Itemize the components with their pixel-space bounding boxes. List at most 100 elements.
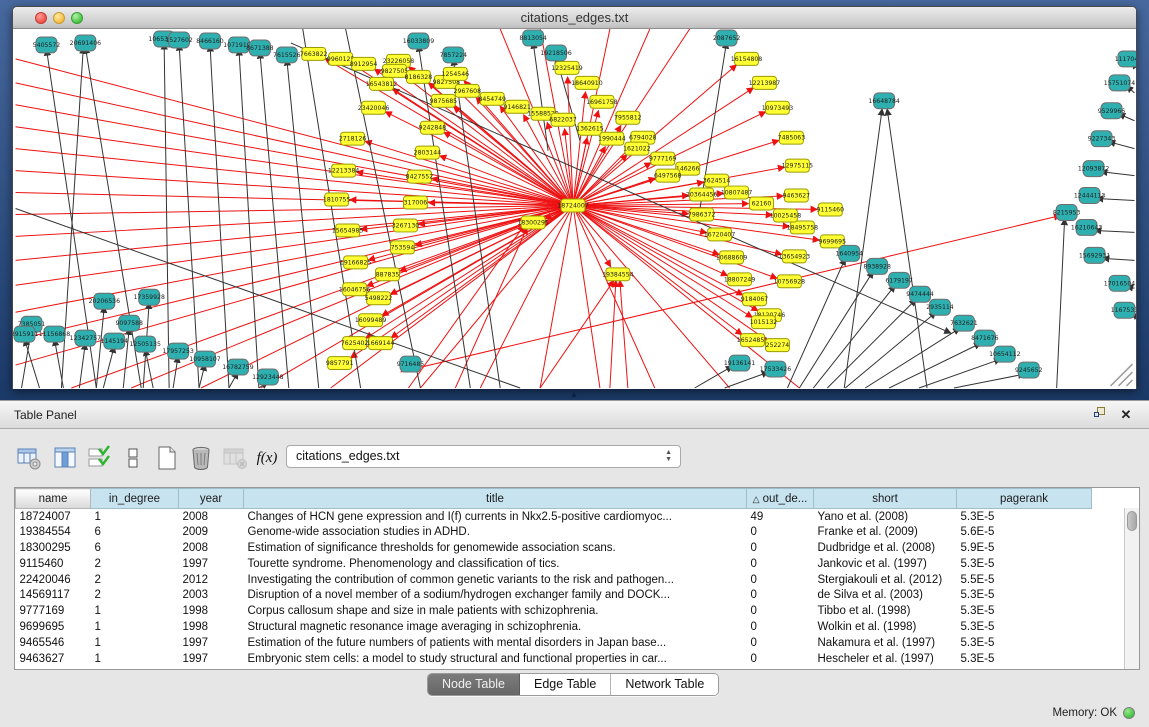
network-node[interactable]: 7485063 xyxy=(778,131,806,144)
network-node[interactable]: 12444113 xyxy=(1074,188,1105,204)
network-node[interactable]: 15751074 xyxy=(1104,75,1135,91)
network-node[interactable]: 17359928 xyxy=(133,289,164,305)
network-node[interactable]: 8671388 xyxy=(246,40,274,56)
network-node[interactable]: 7615526 xyxy=(273,47,301,63)
network-node[interactable]: 10756928 xyxy=(774,275,805,288)
network-node[interactable]: 16210643 xyxy=(1071,219,1102,235)
network-node[interactable]: 1117044 xyxy=(1115,51,1136,67)
splitter-handle-icon[interactable]: ▲ xyxy=(569,390,579,398)
network-node[interactable]: 15692931 xyxy=(1079,247,1110,263)
network-node[interactable]: 8215953 xyxy=(1053,205,1081,221)
network-node[interactable]: 9115460 xyxy=(817,203,845,216)
network-node[interactable]: 12325419 xyxy=(551,61,582,74)
column-header-pagerank[interactable]: pagerank xyxy=(957,489,1092,509)
network-node[interactable]: 7986372 xyxy=(688,208,716,221)
network-node[interactable]: 6497568 xyxy=(654,169,682,182)
network-node[interactable]: 12342757 xyxy=(70,330,101,346)
network-node[interactable]: 18724007 xyxy=(557,199,588,212)
network-node[interactable]: 18807249 xyxy=(724,273,755,286)
network-node[interactable]: 6179197 xyxy=(885,272,913,288)
network-node[interactable]: 20691406 xyxy=(70,35,101,51)
table-row[interactable]: 977716911998Corpus callosum shape and si… xyxy=(16,603,1125,619)
network-node[interactable]: 1362615 xyxy=(576,122,604,135)
network-node[interactable]: 12213384 xyxy=(328,164,359,177)
function-builder-icon[interactable]: f(x) xyxy=(252,443,282,473)
network-node[interactable]: 7857224 xyxy=(440,47,468,63)
network-node[interactable]: 9227343 xyxy=(1088,131,1116,147)
network-node[interactable]: 10654112 xyxy=(989,346,1020,362)
selection-mode-icon[interactable] xyxy=(84,443,114,473)
network-node[interactable]: 16720407 xyxy=(704,228,735,241)
network-node[interactable]: 1990444 xyxy=(598,132,626,145)
float-panel-icon[interactable] xyxy=(1091,406,1109,424)
network-node[interactable]: 16782759 xyxy=(222,359,253,375)
network-node[interactable]: 1640954 xyxy=(835,245,863,261)
network-node[interactable]: 1810755 xyxy=(323,193,351,206)
network-node[interactable]: 10973493 xyxy=(762,101,793,114)
network-node[interactable]: 10958107 xyxy=(189,351,220,367)
network-node[interactable]: 9184067 xyxy=(741,293,769,306)
network-node[interactable]: 1527602 xyxy=(165,32,193,48)
row-height-icon[interactable] xyxy=(118,443,148,473)
network-node[interactable]: 9875685 xyxy=(430,94,458,107)
network-node[interactable]: 8454749 xyxy=(478,92,506,105)
network-node[interactable]: 18495758 xyxy=(787,221,818,234)
network-node[interactable]: 1254546 xyxy=(442,67,470,80)
close-panel-icon[interactable]: ✕ xyxy=(1117,406,1135,424)
network-node[interactable]: 9242848 xyxy=(419,121,447,134)
network-node[interactable]: 7632621 xyxy=(950,315,978,331)
table-source-dropdown[interactable]: citations_edges.txt ▲▼ xyxy=(286,445,681,468)
network-node[interactable]: 3624514 xyxy=(703,174,731,187)
network-node[interactable]: 8912954 xyxy=(350,57,378,70)
network-node[interactable]: 16543812 xyxy=(366,77,397,90)
network-node[interactable]: 16154808 xyxy=(731,52,762,65)
network-node[interactable]: 9716485 xyxy=(397,356,425,372)
network-node[interactable]: 7625402 xyxy=(341,337,369,350)
network-node[interactable]: 9245652 xyxy=(1015,362,1043,378)
network-node[interactable]: 2718126 xyxy=(339,132,367,145)
table-row[interactable]: 1938455462009Genome-wide association stu… xyxy=(16,524,1125,540)
table-scrollbar[interactable] xyxy=(1124,508,1139,669)
new-table-icon[interactable] xyxy=(152,443,182,473)
table-options-icon[interactable] xyxy=(14,443,44,473)
network-node[interactable]: 19218506 xyxy=(540,45,571,61)
table-row[interactable]: 2242004622012Investigating the contribut… xyxy=(16,572,1125,588)
network-node[interactable]: 8813054 xyxy=(519,30,547,46)
network-node[interactable]: 10688609 xyxy=(716,251,747,264)
network-node[interactable]: 16524851 xyxy=(737,334,768,347)
network-node[interactable]: 12213987 xyxy=(749,76,780,89)
network-node[interactable]: 2087652 xyxy=(713,30,741,46)
network-node[interactable]: 15654985 xyxy=(332,224,363,237)
network-node[interactable]: 1015132 xyxy=(750,316,778,329)
network-node[interactable]: 8186328 xyxy=(405,70,433,83)
column-header-short[interactable]: short xyxy=(814,489,957,509)
table-row[interactable]: 1830029562008Estimation of significance … xyxy=(16,540,1125,556)
minimize-window-icon[interactable] xyxy=(53,12,65,24)
column-header-in_degree[interactable]: in_degree xyxy=(91,489,179,509)
tab-network-table[interactable]: Network Table xyxy=(611,674,718,695)
panel-splitter[interactable]: ▲ xyxy=(0,389,1149,400)
network-node[interactable]: 753594 xyxy=(391,241,415,254)
network-node[interactable]: 20364456 xyxy=(686,188,717,201)
network-node[interactable]: 16648784 xyxy=(868,93,899,109)
network-node[interactable]: 17533426 xyxy=(760,361,791,377)
network-node[interactable]: 16033809 xyxy=(403,33,434,49)
table-scrollbar-thumb[interactable] xyxy=(1127,511,1137,531)
table-row[interactable]: 911546021997Tourette syndrome. Phenomeno… xyxy=(16,556,1125,572)
network-node[interactable]: 7955812 xyxy=(614,111,642,124)
column-header-out_de[interactable]: △out_de... xyxy=(747,489,814,509)
network-node[interactable]: 2803144 xyxy=(414,146,442,159)
column-header-title[interactable]: title xyxy=(244,489,747,509)
network-node[interactable]: 2935114 xyxy=(926,299,954,315)
close-window-icon[interactable] xyxy=(35,12,47,24)
network-node[interactable]: 13654923 xyxy=(779,250,810,263)
network-node[interactable]: 18300295 xyxy=(517,216,548,229)
table-row[interactable]: 946554611997Estimation of the future num… xyxy=(16,635,1125,651)
tab-node-table[interactable]: Node Table xyxy=(428,674,520,695)
network-node[interactable]: 317006 xyxy=(403,196,427,209)
window-titlebar[interactable]: citations_edges.txt xyxy=(13,7,1136,29)
network-node[interactable]: 5405572 xyxy=(33,37,61,53)
network-node[interactable]: 10025458 xyxy=(770,209,801,222)
network-node[interactable]: 9777169 xyxy=(649,152,677,165)
network-node[interactable]: 18640910 xyxy=(571,76,602,89)
